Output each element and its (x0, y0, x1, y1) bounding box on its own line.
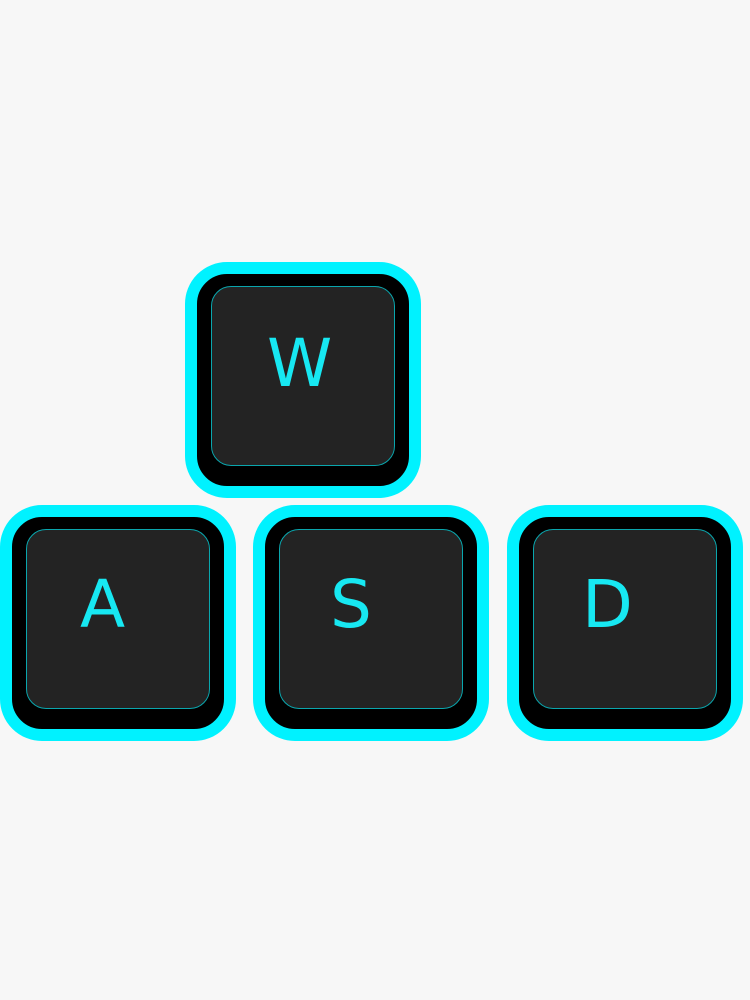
key-a: A (0, 505, 236, 741)
key-d-label: D (582, 566, 633, 643)
wasd-sticker: W A S D (0, 0, 750, 1000)
key-w: W (185, 262, 421, 498)
keycap-top-a: A (26, 529, 210, 709)
key-d: D (507, 505, 743, 741)
key-s-label: S (330, 566, 372, 643)
key-s: S (253, 505, 489, 741)
keycap-top-d: D (533, 529, 717, 709)
keycap-top-s: S (279, 529, 463, 709)
key-a-label: A (80, 566, 126, 643)
key-w-label: W (267, 325, 333, 402)
keycap-top-w: W (211, 286, 395, 466)
